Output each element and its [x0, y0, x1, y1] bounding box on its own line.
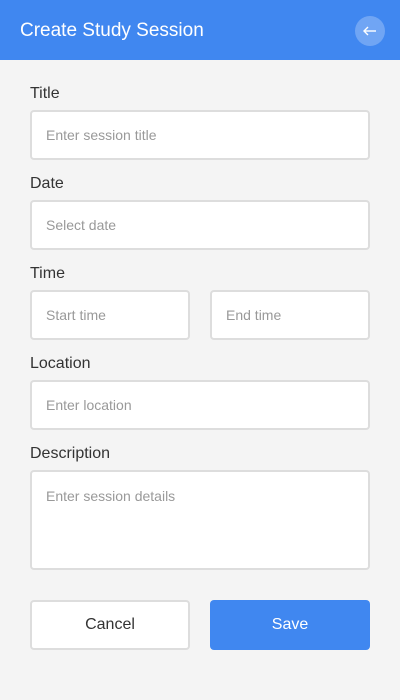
- end-time-input[interactable]: [210, 290, 370, 340]
- back-button[interactable]: [355, 16, 385, 46]
- date-input[interactable]: [30, 200, 370, 250]
- location-label: Location: [30, 355, 91, 372]
- description-label: Description: [30, 445, 111, 462]
- page-title: Create Study Session: [20, 20, 204, 41]
- title-input[interactable]: [30, 110, 370, 160]
- save-button[interactable]: Save: [210, 600, 370, 650]
- arrow-left-icon: [363, 26, 376, 36]
- start-time-input[interactable]: [30, 290, 190, 340]
- app-header: Create Study Session: [0, 0, 400, 60]
- location-input[interactable]: [30, 380, 370, 430]
- description-textarea[interactable]: [30, 470, 370, 570]
- cancel-button[interactable]: Cancel: [30, 600, 190, 650]
- time-label: Time: [30, 265, 65, 282]
- date-label: Date: [30, 175, 64, 192]
- title-label: Title: [30, 85, 60, 102]
